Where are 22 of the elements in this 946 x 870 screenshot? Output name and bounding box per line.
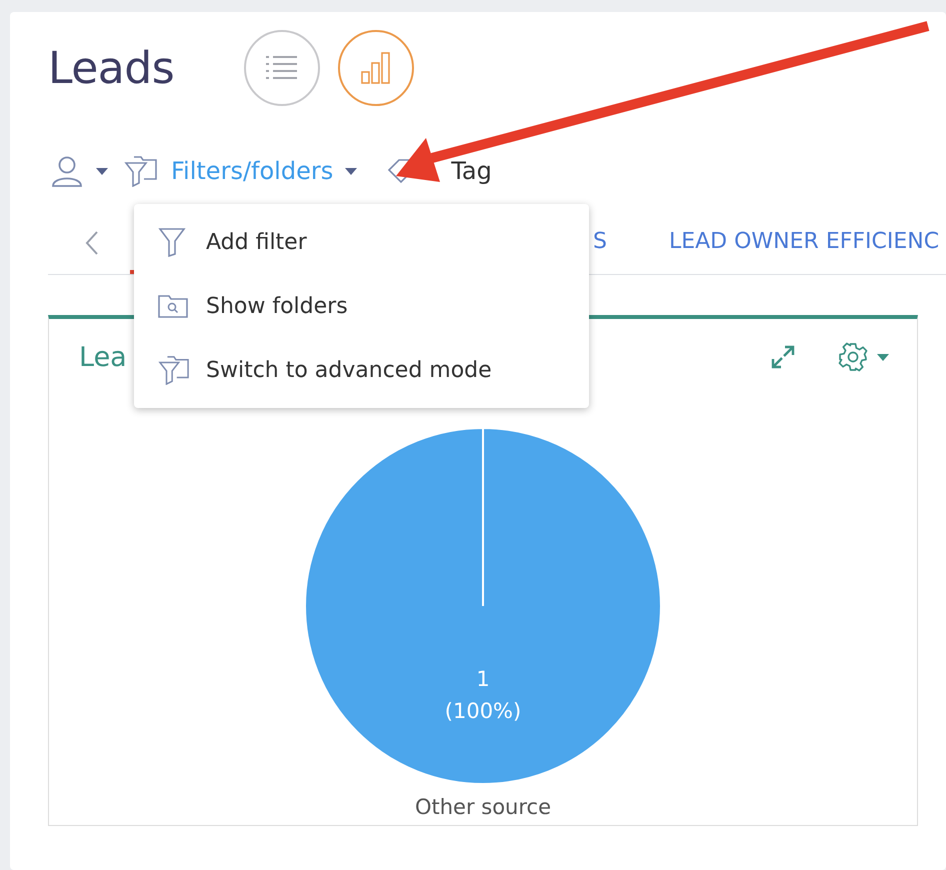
user-icon xyxy=(50,154,84,188)
funnel-icon xyxy=(158,227,186,257)
menu-item[interactable]: Add filter xyxy=(134,210,589,274)
page-title: Leads xyxy=(48,42,176,94)
user-filter-button[interactable] xyxy=(50,154,110,188)
chevron-left-icon[interactable] xyxy=(84,230,100,256)
menu-item[interactable]: Switch to advanced mode xyxy=(134,338,589,402)
widget-title: Lea xyxy=(79,342,127,372)
slice-percent-label: (100%) xyxy=(444,699,522,723)
caret-icon xyxy=(343,166,360,176)
caret-icon xyxy=(875,352,891,362)
settings-button[interactable] xyxy=(837,341,891,373)
slice-value-label: 1 xyxy=(476,667,490,691)
menu-item[interactable]: Show folders xyxy=(134,274,589,338)
settings-icon xyxy=(837,341,869,373)
expand-icon[interactable] xyxy=(769,343,797,371)
filter-folder-icon xyxy=(158,355,190,385)
filter-folder-icon xyxy=(124,155,158,187)
tab[interactable]: LEAD OWNER EFFICIENC xyxy=(638,212,946,274)
folder-search-icon xyxy=(158,293,188,319)
caret-icon xyxy=(94,166,110,176)
category-label: Other source xyxy=(414,795,552,819)
